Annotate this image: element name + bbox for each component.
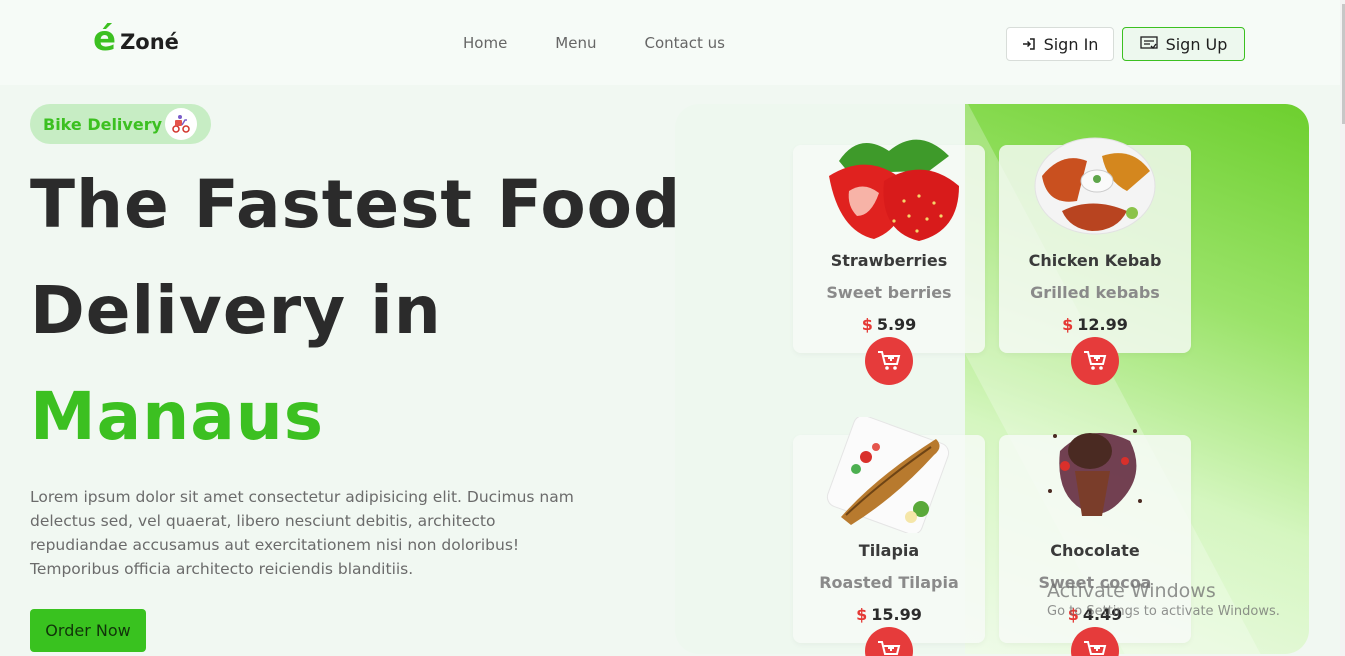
- sign-in-label: Sign In: [1043, 34, 1099, 54]
- product-card[interactable]: Tilapia Roasted Tilapia $15.99: [793, 417, 985, 643]
- cart-icon: [1084, 641, 1107, 655]
- price-value: 15.99: [871, 605, 922, 624]
- price-value: 12.99: [1077, 315, 1128, 334]
- activate-windows-watermark: Activate Windows Go to Settings to activ…: [1047, 580, 1280, 619]
- product-name: Chicken Kebab: [1028, 251, 1162, 270]
- currency-symbol: $: [856, 605, 868, 624]
- site-header: é Zoné Home Menu Contact us Sign In Sign…: [0, 0, 1345, 85]
- nav-menu-link[interactable]: Menu: [555, 34, 596, 52]
- product-price: $15.99: [793, 605, 985, 624]
- product-name: Tilapia: [858, 541, 920, 560]
- nav-contact-link[interactable]: Contact us: [644, 34, 724, 52]
- watermark-subtitle: Go to Settings to activate Windows.: [1047, 604, 1280, 619]
- currency-symbol: $: [1062, 315, 1074, 334]
- chicken-kebab-image: [1034, 137, 1156, 235]
- sign-up-button[interactable]: Sign Up: [1122, 27, 1245, 61]
- hero-description: Lorem ipsum dolor sit amet consectetur a…: [30, 488, 574, 578]
- product-price: $12.99: [999, 315, 1191, 334]
- nav-home-link[interactable]: Home: [463, 34, 507, 52]
- cart-icon: [1084, 351, 1107, 370]
- cart-icon: [878, 351, 901, 370]
- product-card[interactable]: Chicken Kebab Grilled kebabs $12.99: [999, 137, 1191, 353]
- headline-line-1: The Fastest Food: [30, 166, 682, 243]
- watermark-title: Activate Windows: [1047, 580, 1216, 602]
- product-subtitle: Roasted Tilapia: [819, 573, 959, 592]
- delivery-scooter-icon: [165, 108, 197, 140]
- sign-up-icon: [1139, 36, 1158, 49]
- sign-up-label: Sign Up: [1165, 34, 1228, 54]
- page-scrollbar[interactable]: [1340, 0, 1345, 656]
- tilapia-image: [826, 417, 950, 533]
- currency-symbol: $: [861, 315, 873, 334]
- logo-mark: é: [93, 19, 117, 59]
- headline-line-2: Delivery in: [30, 272, 442, 349]
- price-value: 5.99: [876, 315, 917, 334]
- product-price: $5.99: [793, 315, 985, 334]
- login-icon: [1022, 38, 1035, 50]
- badge-label: Bike Delivery: [43, 114, 163, 134]
- product-name: Strawberries: [830, 251, 948, 270]
- product-subtitle: Grilled kebabs: [1030, 283, 1160, 302]
- logo[interactable]: é Zoné: [93, 22, 179, 56]
- order-now-button[interactable]: Order Now: [30, 609, 146, 652]
- main-nav: Home Menu Contact us: [463, 34, 725, 52]
- headline-city: Manaus: [30, 378, 325, 455]
- add-to-cart-button[interactable]: [1071, 337, 1119, 385]
- product-name: Chocolate: [1050, 541, 1140, 560]
- cart-icon: [878, 641, 901, 655]
- strawberries-image: [829, 139, 959, 241]
- bike-delivery-badge: Bike Delivery: [30, 104, 211, 144]
- product-subtitle: Sweet berries: [826, 283, 952, 302]
- product-card[interactable]: Strawberries Sweet berries $5.99: [793, 139, 985, 353]
- logo-text: Zoné: [120, 30, 179, 54]
- sign-in-button[interactable]: Sign In: [1006, 27, 1114, 61]
- add-to-cart-button[interactable]: [865, 337, 913, 385]
- chocolate-image: [1048, 429, 1142, 516]
